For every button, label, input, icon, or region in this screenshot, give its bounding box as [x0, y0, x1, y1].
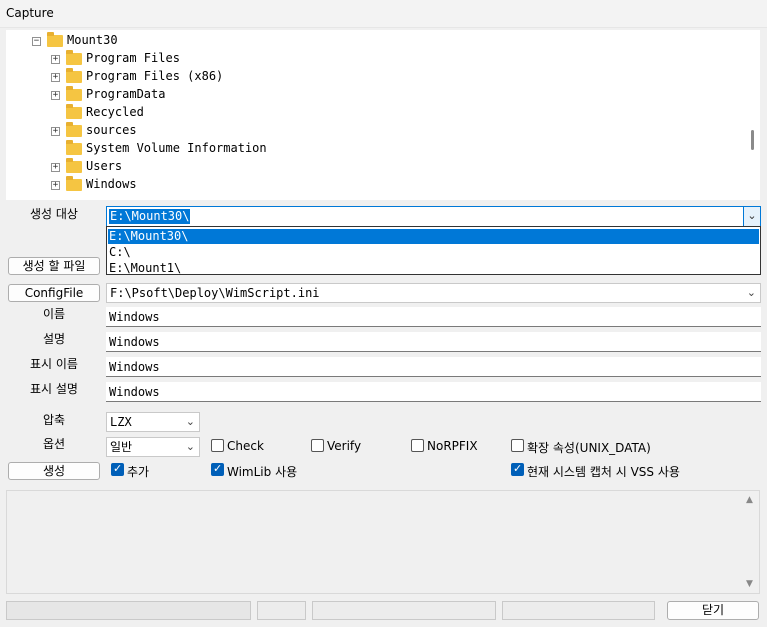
dropdown-option[interactable]: E:\Mount1\	[108, 261, 759, 276]
target-dropdown-list[interactable]: E:\Mount30\ C:\ E:\Mount1\	[106, 226, 761, 275]
progress-bar	[6, 601, 251, 620]
extended-attr-checkbox[interactable]	[511, 439, 524, 452]
option-label: 옵션	[42, 437, 66, 451]
description-label: 설명	[42, 332, 66, 346]
expand-icon[interactable]: +	[51, 55, 60, 64]
chevron-down-icon[interactable]: ⌄	[186, 438, 195, 456]
display-name-field[interactable]: Windows	[106, 357, 761, 377]
check-checkbox[interactable]	[211, 439, 224, 452]
target-selected-value: E:\Mount30\	[109, 209, 191, 224]
folder-icon	[66, 50, 82, 65]
folder-icon	[47, 32, 63, 47]
folder-icon	[66, 68, 82, 83]
compress-select[interactable]: LZX ⌄	[106, 412, 200, 432]
dropdown-option[interactable]: E:\Mount30\	[108, 229, 759, 244]
config-file-button[interactable]: ConfigFile	[8, 284, 100, 302]
option-select[interactable]: 일반 ⌄	[106, 437, 200, 457]
status-panel	[257, 601, 306, 620]
vss-checkbox[interactable]	[511, 462, 524, 476]
option-value: 일반	[110, 440, 133, 454]
display-description-label: 표시 설명	[30, 382, 78, 396]
wimlib-checkbox[interactable]	[211, 462, 224, 476]
tree-item[interactable]: Windows	[86, 177, 137, 191]
title-bar: Capture	[0, 0, 767, 28]
close-button[interactable]: 닫기	[667, 601, 759, 620]
chevron-down-icon[interactable]: ⌄	[743, 207, 760, 226]
scroll-down-icon[interactable]: ▼	[746, 579, 753, 589]
tree-item[interactable]: ProgramData	[86, 87, 165, 101]
extended-attr-label: 확장 속성(UNIX_DATA)	[527, 441, 651, 455]
display-description-field[interactable]: Windows	[106, 382, 761, 402]
expand-icon[interactable]: +	[51, 181, 60, 190]
tree-item[interactable]: Program Files	[86, 51, 180, 65]
check-label: Check	[227, 439, 264, 453]
folder-icon	[66, 176, 82, 191]
tree-scrollbar[interactable]	[745, 30, 760, 200]
tree-item[interactable]: System Volume Information	[86, 141, 267, 155]
scroll-up-icon[interactable]: ▲	[746, 495, 753, 505]
tree-item[interactable]: Recycled	[86, 105, 144, 119]
window-title: Capture	[6, 6, 54, 20]
compress-value: LZX	[110, 415, 132, 429]
expand-icon[interactable]: +	[51, 163, 60, 172]
log-scrollbar[interactable]: ▲ ▼	[743, 491, 759, 593]
tree-item[interactable]: Users	[86, 159, 122, 173]
name-field[interactable]: Windows	[106, 307, 761, 327]
description-field[interactable]: Windows	[106, 332, 761, 352]
vss-label: 현재 시스템 캡처 시 VSS 사용	[527, 465, 680, 479]
name-label: 이름	[42, 307, 66, 321]
wimlib-label: WimLib 사용	[227, 465, 298, 479]
status-panel	[502, 601, 655, 620]
dropdown-option[interactable]: C:\	[108, 245, 759, 260]
folder-tree[interactable]: − Mount30 + Program Files + Program File…	[6, 30, 745, 200]
expand-icon[interactable]: +	[51, 73, 60, 82]
expand-icon[interactable]: +	[51, 127, 60, 136]
folder-icon	[66, 86, 82, 101]
tree-item[interactable]: Program Files (x86)	[86, 69, 223, 83]
norpfix-checkbox[interactable]	[411, 439, 424, 452]
chevron-down-icon[interactable]: ⌄	[747, 284, 756, 302]
status-panel	[312, 601, 496, 620]
target-file-button[interactable]: 생성 할 파일	[8, 257, 100, 275]
verify-label: Verify	[327, 439, 362, 453]
compress-label: 압축	[42, 413, 66, 427]
folder-icon	[66, 140, 82, 155]
create-button[interactable]: 생성	[8, 462, 100, 480]
display-name-label: 표시 이름	[30, 357, 78, 371]
scroll-thumb[interactable]	[751, 130, 754, 150]
log-output[interactable]	[6, 490, 760, 594]
collapse-icon[interactable]: −	[32, 37, 41, 46]
norpfix-label: NoRPFIX	[427, 439, 478, 453]
chevron-down-icon[interactable]: ⌄	[186, 413, 195, 431]
tree-item[interactable]: sources	[86, 123, 137, 137]
verify-checkbox[interactable]	[311, 439, 324, 452]
expand-icon[interactable]: +	[51, 91, 60, 100]
folder-icon	[66, 104, 82, 119]
folder-icon	[66, 122, 82, 137]
config-file-combo[interactable]: F:\Psoft\Deploy\WimScript.ini ⌄	[106, 283, 761, 303]
config-file-value: F:\Psoft\Deploy\WimScript.ini	[110, 286, 320, 300]
target-combo[interactable]: E:\Mount30\ ⌄	[106, 206, 761, 227]
folder-icon	[66, 158, 82, 173]
append-checkbox[interactable]	[111, 462, 124, 476]
tree-root-label[interactable]: Mount30	[67, 33, 118, 47]
append-label: 추가	[127, 465, 150, 479]
target-label: 생성 대상	[30, 207, 78, 221]
